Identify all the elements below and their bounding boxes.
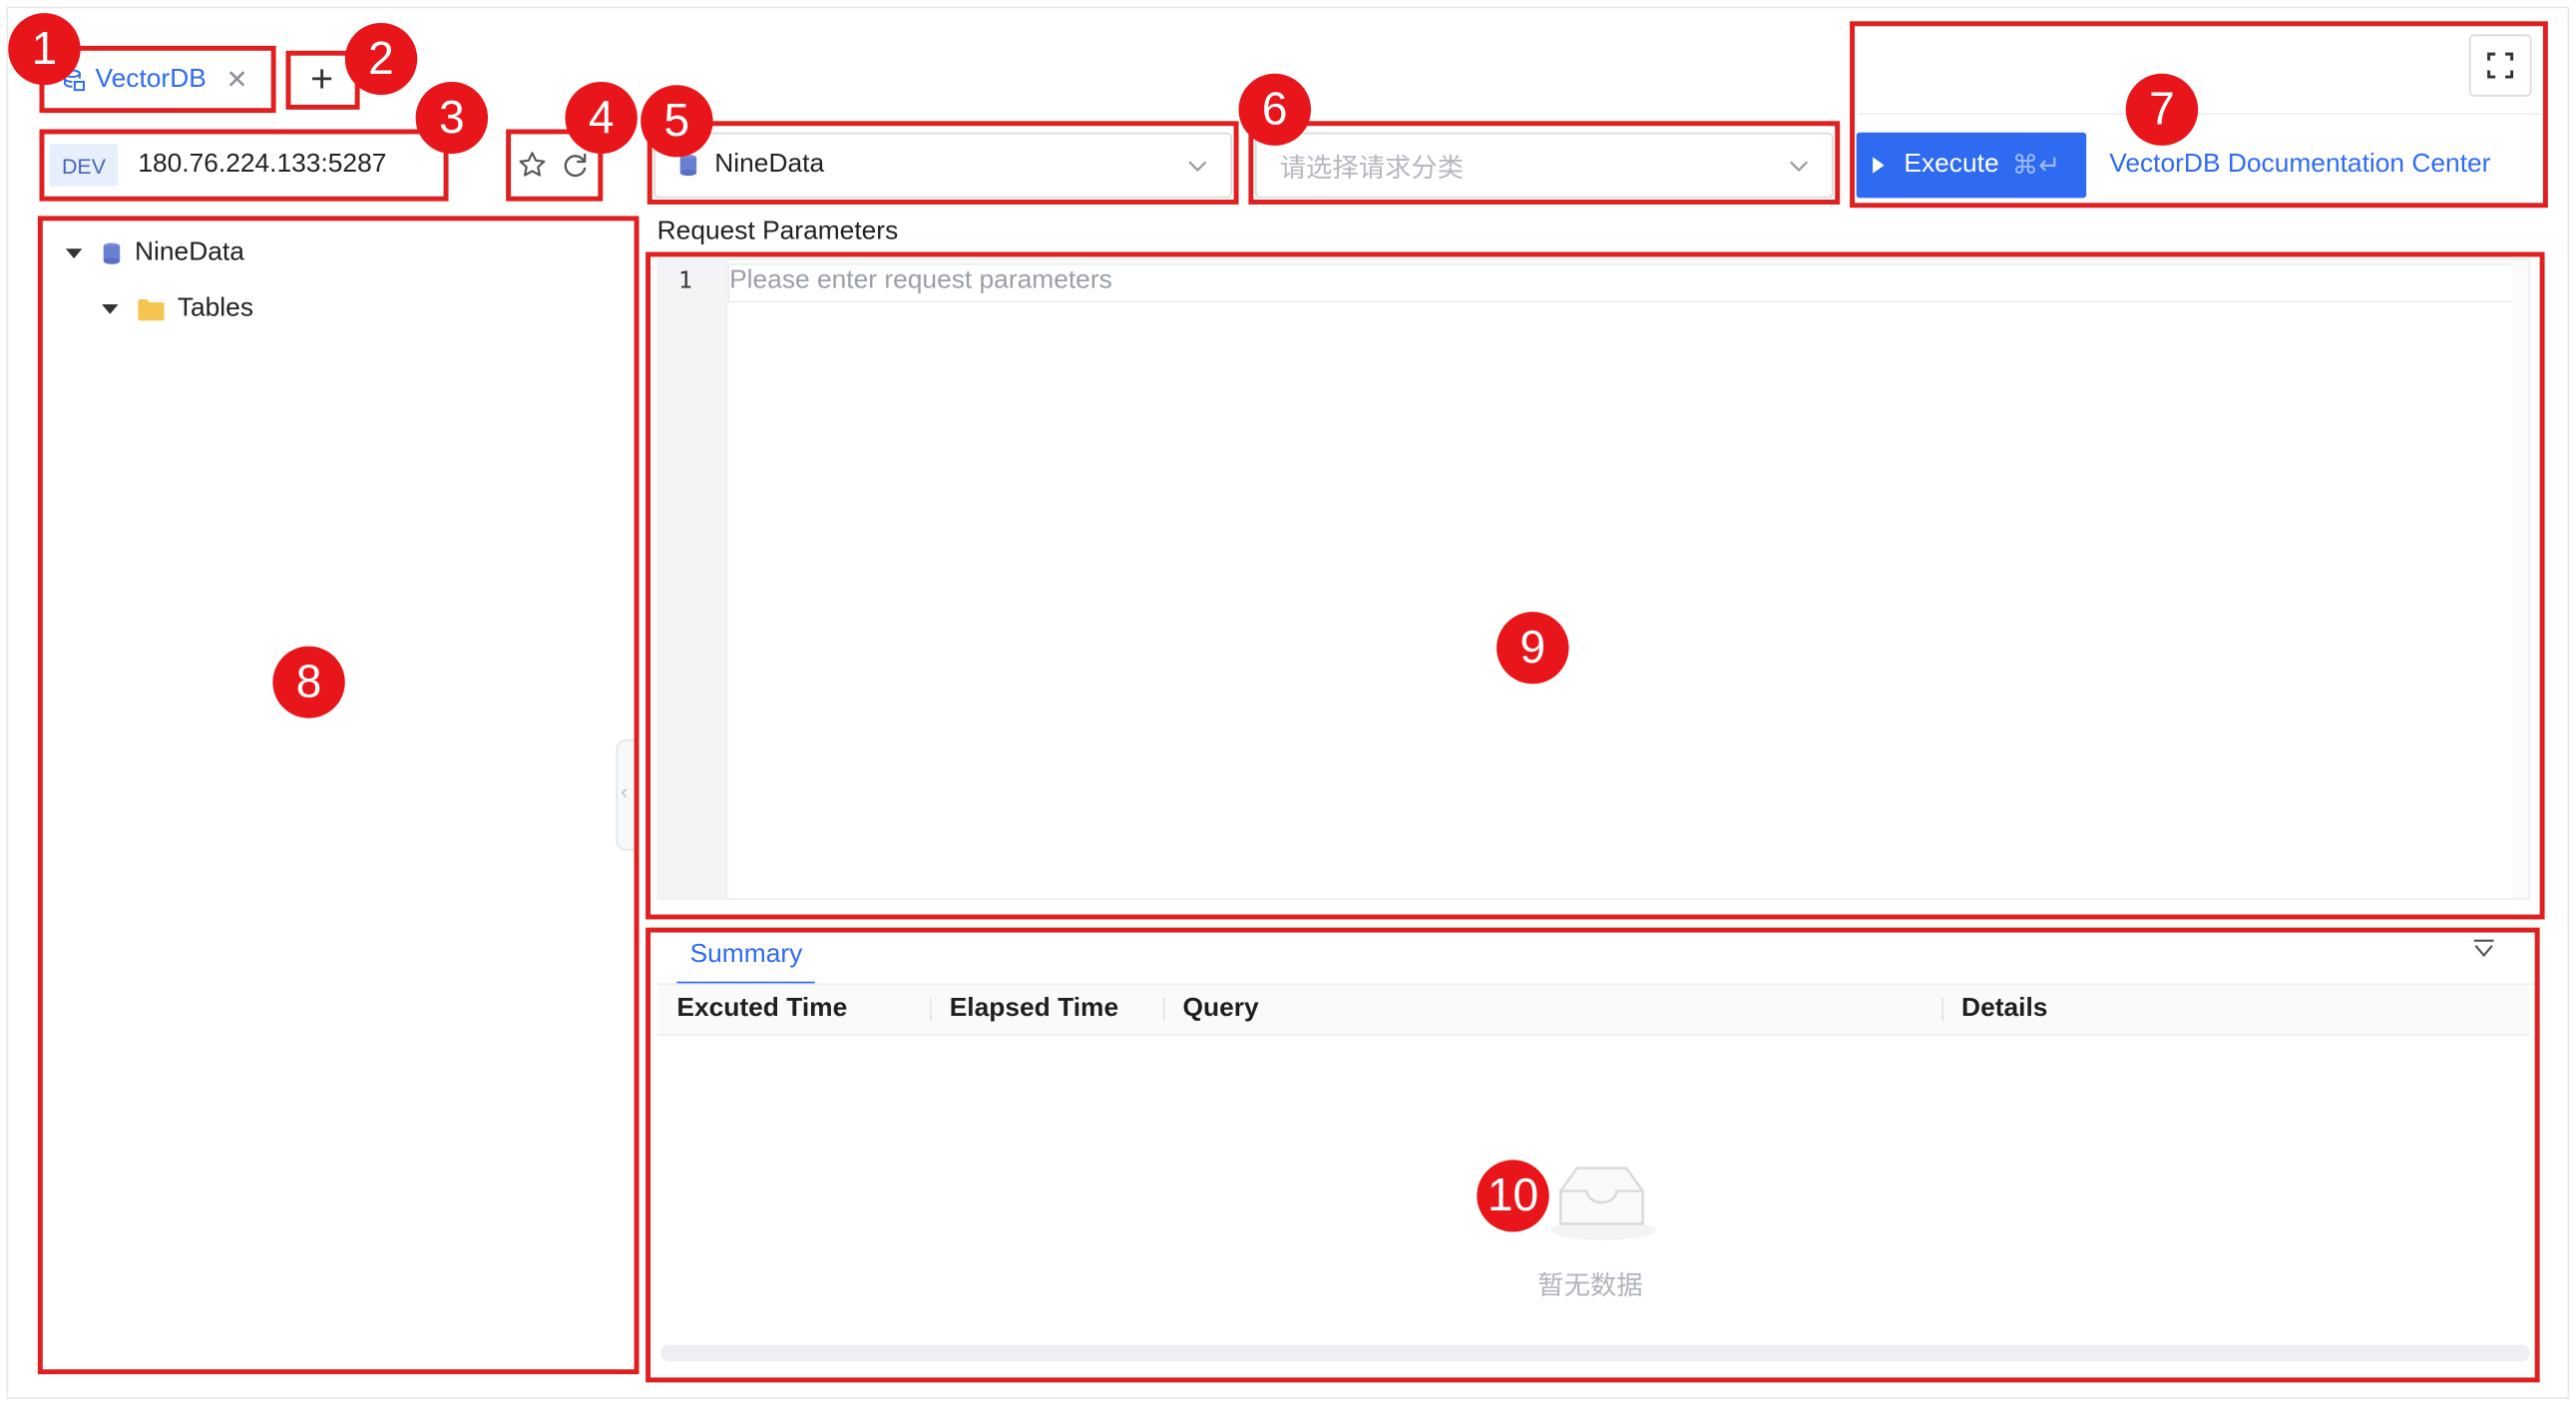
annotation-badge: 9	[1497, 612, 1569, 685]
annotation-box	[37, 216, 640, 1375]
annotation-box	[645, 927, 2540, 1383]
app-root: VectorDB ✕ + DEV 180.76.224.133:5287 Nin…	[0, 0, 2576, 1407]
annotation-box	[646, 121, 1239, 205]
annotation-box	[645, 251, 2545, 920]
annotation-badge: 6	[1238, 73, 1311, 146]
annotation-badge: 7	[2125, 73, 2199, 146]
annotation-badge: 4	[565, 81, 638, 155]
annotation-badge: 1	[8, 13, 81, 86]
annotation-badge: 10	[1477, 1160, 1549, 1232]
annotation-box	[1850, 21, 2548, 209]
annotation-badge: 8	[272, 646, 345, 718]
annotation-badge: 3	[415, 81, 489, 155]
annotation-box	[39, 129, 449, 202]
request-parameters-label: Request Parameters	[656, 218, 899, 245]
annotation-badge: 5	[641, 85, 713, 158]
annotation-badge: 2	[344, 22, 418, 96]
annotation-box	[1248, 121, 1841, 205]
